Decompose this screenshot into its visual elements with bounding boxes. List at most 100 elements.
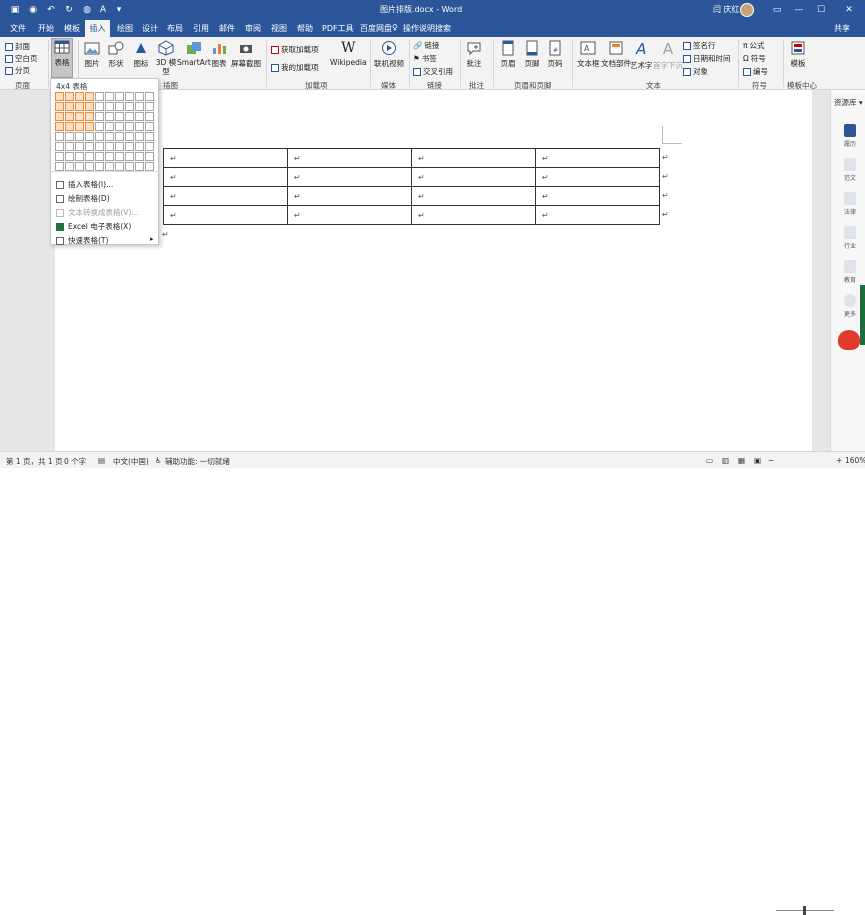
grid-cell[interactable]: [104, 91, 114, 101]
table-cell[interactable]: ↵: [411, 186, 536, 206]
grid-cell[interactable]: [124, 131, 134, 141]
chart-button[interactable]: 图表: [211, 40, 227, 69]
cross-reference-button[interactable]: 交叉引用: [413, 66, 453, 77]
grid-cell[interactable]: [104, 151, 114, 161]
get-addins-button[interactable]: 获取加载项: [271, 44, 319, 55]
grid-cell[interactable]: [144, 101, 154, 111]
drop-cap-button[interactable]: A 首字下沉: [653, 40, 683, 71]
icons-button[interactable]: 图标: [133, 40, 149, 69]
header-button[interactable]: 页眉: [500, 40, 516, 69]
table-cell[interactable]: ↵: [287, 148, 412, 168]
grid-cell[interactable]: [144, 161, 154, 171]
tab-pdf-tools[interactable]: PDF工具: [322, 23, 354, 34]
tell-me-search[interactable]: 操作说明搜索: [403, 23, 451, 34]
grid-cell[interactable]: [144, 151, 154, 161]
grid-cell[interactable]: [54, 141, 64, 151]
grid-cell[interactable]: [124, 101, 134, 111]
accessibility-status[interactable]: 辅助功能: 一切就绪: [165, 456, 230, 467]
grid-cell[interactable]: [114, 131, 124, 141]
grid-cell[interactable]: [94, 101, 104, 111]
shapes-button[interactable]: 形状: [108, 40, 124, 69]
zoom-in-button[interactable]: +: [836, 456, 842, 465]
grid-cell[interactable]: [64, 121, 74, 131]
table-cell[interactable]: ↵: [287, 186, 412, 206]
tab-design[interactable]: 设计: [142, 23, 158, 34]
language-indicator[interactable]: 中文(中国): [113, 456, 149, 467]
smartart-button[interactable]: SmartArt: [177, 40, 211, 67]
grid-cell[interactable]: [104, 161, 114, 171]
my-addins-button[interactable]: 我的加载项: [271, 62, 319, 73]
assistant-icon[interactable]: [838, 330, 860, 350]
grid-cell[interactable]: [134, 111, 144, 121]
wordart-button[interactable]: A 艺术字: [630, 40, 653, 71]
grid-cell[interactable]: [74, 121, 84, 131]
footer-button[interactable]: 页脚: [524, 40, 540, 69]
grid-cell[interactable]: [84, 131, 94, 141]
grid-cell[interactable]: [114, 141, 124, 151]
grid-cell[interactable]: [104, 141, 114, 151]
grid-cell[interactable]: [134, 91, 144, 101]
grid-cell[interactable]: [54, 131, 64, 141]
numbering-button[interactable]: 编号: [743, 66, 768, 77]
table-cell[interactable]: ↵: [535, 186, 660, 206]
symbol-button[interactable]: Ω 符号: [743, 53, 766, 64]
grid-cell[interactable]: [54, 161, 64, 171]
grid-cell[interactable]: [74, 141, 84, 151]
grid-cell[interactable]: [134, 121, 144, 131]
table-cell[interactable]: ↵: [535, 167, 660, 187]
grid-cell[interactable]: [64, 161, 74, 171]
more-button[interactable]: 更多: [838, 294, 862, 318]
grid-cell[interactable]: [134, 151, 144, 161]
grid-cell[interactable]: [74, 131, 84, 141]
grid-cell[interactable]: [84, 101, 94, 111]
date-time-button[interactable]: 日期和时间: [683, 53, 731, 64]
grid-cell[interactable]: [114, 101, 124, 111]
grid-cell[interactable]: [124, 141, 134, 151]
object-button[interactable]: 对象: [683, 66, 708, 77]
industry-button[interactable]: 行业: [838, 226, 862, 250]
grid-cell[interactable]: [104, 131, 114, 141]
grid-cell[interactable]: [84, 111, 94, 121]
grid-cell[interactable]: [64, 91, 74, 101]
focus-mode-icon[interactable]: ▭: [706, 456, 713, 465]
word-count[interactable]: 0 个字: [64, 456, 86, 467]
grid-cell[interactable]: [124, 121, 134, 131]
grid-cell[interactable]: [114, 121, 124, 131]
grid-cell[interactable]: [94, 141, 104, 151]
signature-line-button[interactable]: 签名行: [683, 40, 716, 51]
tab-view[interactable]: 视图: [271, 23, 287, 34]
grid-cell[interactable]: [104, 111, 114, 121]
draw-table-menu-item[interactable]: 绘制表格(D): [56, 193, 110, 204]
document-page[interactable]: [55, 90, 812, 451]
grid-cell[interactable]: [74, 161, 84, 171]
resume-button[interactable]: 履历: [838, 124, 862, 148]
close-icon[interactable]: ✕: [840, 3, 858, 17]
grid-cell[interactable]: [94, 151, 104, 161]
maximize-icon[interactable]: ☐: [812, 3, 830, 17]
tab-file[interactable]: 文件: [10, 23, 26, 34]
tab-review[interactable]: 审阅: [245, 23, 261, 34]
page-number-button[interactable]: # 页码: [547, 40, 563, 69]
redo-icon[interactable]: ↻: [62, 3, 76, 17]
tab-template[interactable]: 模板: [64, 23, 80, 34]
grid-cell[interactable]: [54, 111, 64, 121]
document-table[interactable]: ↵ ↵ ↵ ↵ ↵ ↵ ↵ ↵ ↵ ↵ ↵ ↵ ↵ ↵ ↵ ↵: [163, 148, 660, 225]
table-cell[interactable]: ↵: [411, 205, 536, 225]
save-icon[interactable]: ▣: [8, 3, 22, 17]
table-cell[interactable]: ↵: [163, 167, 288, 187]
resource-library-button[interactable]: 资源库 ▾: [834, 97, 863, 108]
table-cell[interactable]: ↵: [411, 148, 536, 168]
share-button[interactable]: 共享: [834, 23, 850, 34]
grid-cell[interactable]: [94, 91, 104, 101]
zoom-slider-thumb[interactable]: [803, 906, 806, 915]
grid-cell[interactable]: [94, 111, 104, 121]
print-layout-icon[interactable]: ▦: [738, 456, 745, 465]
page-count[interactable]: 第 1 页，共 1 页: [6, 456, 63, 467]
page-break-button[interactable]: 分页: [5, 65, 30, 76]
grid-cell[interactable]: [124, 151, 134, 161]
grid-cell[interactable]: [74, 101, 84, 111]
avatar[interactable]: [740, 3, 754, 17]
tab-layout[interactable]: 布局: [167, 23, 183, 34]
customize-icon[interactable]: ▾: [112, 3, 126, 17]
textbox-button[interactable]: A 文本框: [577, 40, 600, 69]
